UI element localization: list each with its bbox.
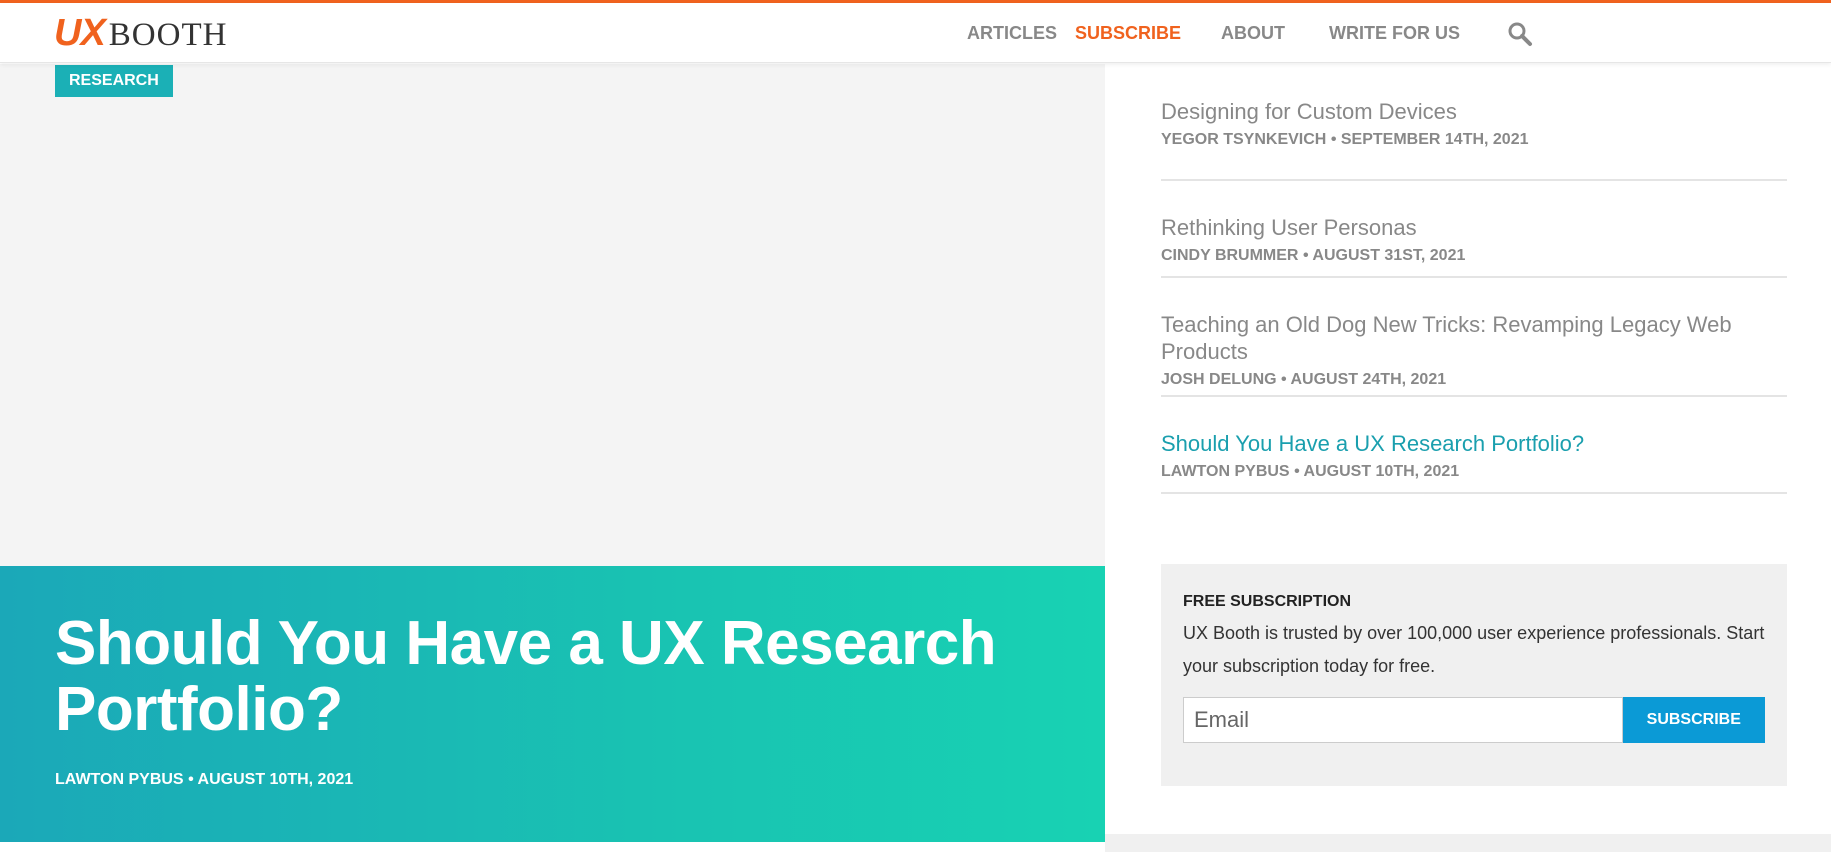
- logo-booth-text: BOOTH: [108, 17, 228, 53]
- article-list: Designing for Custom Devices YEGOR TSYNK…: [1161, 64, 1787, 494]
- logo-ux-mark: UX: [54, 12, 106, 54]
- article-meta: CINDY BRUMMER • AUGUST 31ST, 2021: [1161, 247, 1787, 265]
- article-title[interactable]: Designing for Custom Devices: [1161, 98, 1787, 125]
- article-date: AUGUST 24TH, 2021: [1290, 371, 1447, 388]
- article-author: YEGOR TSYNKEVICH: [1161, 131, 1327, 148]
- meta-separator: •: [1294, 463, 1300, 480]
- subscription-heading: FREE SUBSCRIPTION: [1183, 593, 1352, 610]
- hero-date: AUGUST 10TH, 2021: [197, 771, 354, 788]
- meta-separator: •: [1330, 131, 1337, 148]
- email-input[interactable]: [1183, 697, 1623, 743]
- hero-banner: Should You Have a UX Research Portfolio?…: [0, 566, 1105, 842]
- meta-separator: •: [188, 771, 194, 788]
- article-date: SEPTEMBER 14TH, 2021: [1340, 131, 1529, 148]
- article-item[interactable]: Teaching an Old Dog New Tricks: Revampin…: [1161, 278, 1787, 397]
- search-icon[interactable]: [1506, 20, 1534, 48]
- hero-author[interactable]: LAWTON PYBUS: [55, 771, 184, 788]
- meta-separator: •: [1281, 371, 1287, 388]
- subscription-form: SUBSCRIBE: [1183, 697, 1765, 743]
- category-tag[interactable]: RESEARCH: [55, 65, 173, 97]
- subscribe-button[interactable]: SUBSCRIBE: [1622, 697, 1765, 743]
- nav-write-for-us[interactable]: WRITE FOR US: [1329, 23, 1460, 44]
- sidebar: Designing for Custom Devices YEGOR TSYNK…: [1105, 64, 1831, 834]
- article-meta: YEGOR TSYNKEVICH • SEPTEMBER 14TH, 2021: [1161, 131, 1787, 149]
- hero-image-placeholder: [0, 64, 1105, 566]
- meta-separator: •: [1302, 247, 1309, 264]
- article-title[interactable]: Teaching an Old Dog New Tricks: Revampin…: [1161, 311, 1787, 365]
- article-item-current[interactable]: Should You Have a UX Research Portfolio?…: [1161, 397, 1787, 494]
- subscription-text: UX Booth is trusted by over 100,000 user…: [1183, 623, 1765, 676]
- article-item[interactable]: Designing for Custom Devices YEGOR TSYNK…: [1161, 64, 1787, 181]
- hero-meta: LAWTON PYBUS • AUGUST 10TH, 2021: [55, 771, 353, 789]
- article-author: JOSH DELUNG: [1161, 371, 1277, 388]
- article-author: CINDY BRUMMER: [1161, 247, 1299, 264]
- nav-about[interactable]: ABOUT: [1221, 23, 1285, 44]
- article-item[interactable]: Rethinking User Personas CINDY BRUMMER •…: [1161, 181, 1787, 278]
- subscription-box: FREE SUBSCRIPTION UX Booth is trusted by…: [1161, 564, 1787, 786]
- hero-title[interactable]: Should You Have a UX Research Portfolio?: [55, 611, 1055, 743]
- article-meta: LAWTON PYBUS • AUGUST 10TH, 2021: [1161, 463, 1787, 481]
- article-title[interactable]: Should You Have a UX Research Portfolio?: [1161, 430, 1787, 457]
- nav-subscribe[interactable]: SUBSCRIBE: [1075, 23, 1181, 44]
- page-bottom-strip: [1105, 834, 1831, 852]
- article-author: LAWTON PYBUS: [1161, 463, 1290, 480]
- article-title[interactable]: Rethinking User Personas: [1161, 214, 1787, 241]
- article-meta: JOSH DELUNG • AUGUST 24TH, 2021: [1161, 371, 1787, 389]
- site-header: UX BOOTH ARTICLES SUBSCRIBE ABOUT WRITE …: [0, 3, 1831, 63]
- nav-articles[interactable]: ARTICLES: [967, 23, 1057, 44]
- site-logo[interactable]: UX BOOTH: [54, 12, 228, 54]
- article-date: AUGUST 31ST, 2021: [1312, 247, 1466, 264]
- article-date: AUGUST 10TH, 2021: [1303, 463, 1460, 480]
